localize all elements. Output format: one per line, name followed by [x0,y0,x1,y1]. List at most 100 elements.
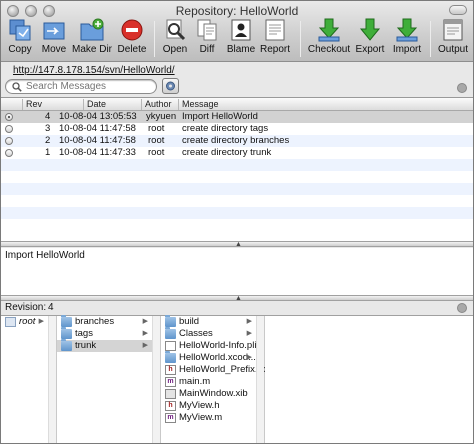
revision-bar: Revision: 4 [1,301,473,315]
table-row[interactable]: 4 10-08-04 13:05:53 ykyuen Import HelloW… [1,111,473,123]
row-author: ykyuen [146,111,177,122]
table-row[interactable]: 1 10-08-04 11:47:33 root create director… [1,147,473,159]
toolbar-separator [430,21,431,57]
row-rev: 2 [45,135,51,146]
list-item[interactable]: Classes ▶ [161,327,264,340]
header-file-icon: h [165,401,176,411]
copy-icon [9,19,31,41]
open-button[interactable]: Open [160,18,190,60]
table-row[interactable]: 2 10-08-04 11:47:58 root create director… [1,135,473,147]
browser-column-1: root ▶ [1,316,57,443]
row-message: create directory branches [182,135,290,146]
list-item[interactable]: HelloWorld.xcod... ▶ [161,351,264,364]
toolbar-toggle-button[interactable] [449,5,467,15]
row-rev: 1 [45,147,51,158]
search-options-button[interactable] [162,78,179,94]
table-row[interactable]: 3 10-08-04 11:47:58 root create director… [1,123,473,135]
log-message-splitter[interactable]: ▲ [1,241,473,248]
report-button[interactable]: Report [259,18,291,60]
col-header-rev[interactable]: Rev [22,99,53,110]
revision-radio[interactable] [5,125,13,133]
col-header-date[interactable]: Date [83,99,140,110]
table-row-empty [1,195,473,207]
row-message: Import HelloWorld [182,111,258,122]
revision-radio[interactable] [5,113,13,121]
xcodeproj-icon [165,351,176,363]
source-file-icon: m [165,413,176,423]
list-item[interactable]: trunk ▶ [57,339,160,352]
list-item[interactable]: branches ▶ [57,315,160,328]
col-header-message[interactable]: Message [178,99,472,110]
row-date: 10-08-04 11:47:58 [59,135,136,146]
checkout-button[interactable]: Checkout [306,18,352,60]
blame-icon [231,19,251,41]
list-item[interactable]: build ▶ [161,315,264,328]
list-item[interactable]: m MyView.m [161,412,264,424]
chevron-right-icon: ▶ [38,318,44,325]
move-icon [43,22,65,40]
table-row-empty [1,183,473,195]
browser-column-2: branches ▶ tags ▶ trunk ▶ [57,315,161,443]
row-message: create directory tags [182,123,269,134]
splitter-grip-icon: ▲ [235,241,242,248]
window-title: Repository: HelloWorld [175,4,299,18]
list-item[interactable]: h HelloWorld_Prefix.pch [161,364,273,376]
table-row-empty [1,159,473,171]
list-item[interactable]: h MyView.h [161,400,264,412]
repository-url-link[interactable]: http://147.8.178.154/svn/HelloWorld/ [13,65,175,76]
column-scrollbar[interactable] [48,316,56,443]
move-button[interactable]: Move [39,18,69,60]
copy-button[interactable]: Copy [5,18,35,60]
url-bar: http://147.8.178.154/svn/HelloWorld/ [1,63,473,77]
column-scrollbar[interactable] [152,316,160,443]
row-author: root [148,147,165,158]
header-file-icon: h [165,365,176,375]
chevron-right-icon: ▶ [142,342,148,349]
revision-value: 4 [48,302,54,313]
column-scrollbar[interactable] [256,316,264,443]
export-button[interactable]: Export [353,18,387,60]
output-icon [443,19,463,41]
search-input[interactable] [26,81,152,92]
list-item[interactable]: m main.m [161,376,264,388]
table-row-empty [1,207,473,219]
import-icon [396,18,418,42]
output-button[interactable]: Output [436,18,470,60]
row-rev: 3 [45,123,51,134]
export-icon [359,18,381,41]
gear-icon [166,81,175,91]
row-rev: 4 [45,111,51,122]
list-item[interactable]: tags ▶ [57,327,160,340]
log-table-header: Rev Date Author Message [1,98,473,111]
chevron-right-icon: ▶ [246,330,252,337]
xib-file-icon [165,389,176,399]
browser-column-4 [265,316,473,443]
search-field[interactable] [5,79,157,94]
blame-button[interactable]: Blame [226,18,256,60]
delete-button[interactable]: Delete [117,18,147,60]
col-header-author[interactable]: Author [141,99,178,110]
log-rows: 4 10-08-04 13:05:53 ykyuen Import HelloW… [1,111,473,231]
revision-radio[interactable] [5,149,13,157]
diff-button[interactable]: Diff [194,18,220,60]
list-item[interactable]: HelloWorld-Info.plist [161,340,264,352]
row-date: 10-08-04 11:47:33 [59,147,136,158]
log-refresh-button[interactable] [457,83,467,93]
revision-label: Revision: [5,302,47,313]
table-row-empty [1,219,473,231]
toolbar-separator [300,21,301,57]
folder-icon [61,327,72,339]
list-item[interactable]: MainWindow.xib [161,388,264,400]
revision-radio[interactable] [5,137,13,145]
col-header-state[interactable] [1,99,21,110]
commit-message: Import HelloWorld [5,250,85,261]
repository-browser: root ▶ branches ▶ tags ▶ trunk ▶ build ▶… [1,315,473,443]
table-row-empty [1,171,473,183]
row-author: root [148,135,165,146]
import-button[interactable]: Import [390,18,424,60]
browser-refresh-button[interactable] [457,303,467,313]
title-toolbar: Repository: HelloWorld Copy Move Make Di… [1,1,473,62]
repository-window: Repository: HelloWorld Copy Move Make Di… [0,0,474,444]
make-dir-button[interactable]: Make Dir [71,18,113,60]
diff-icon [197,19,217,41]
